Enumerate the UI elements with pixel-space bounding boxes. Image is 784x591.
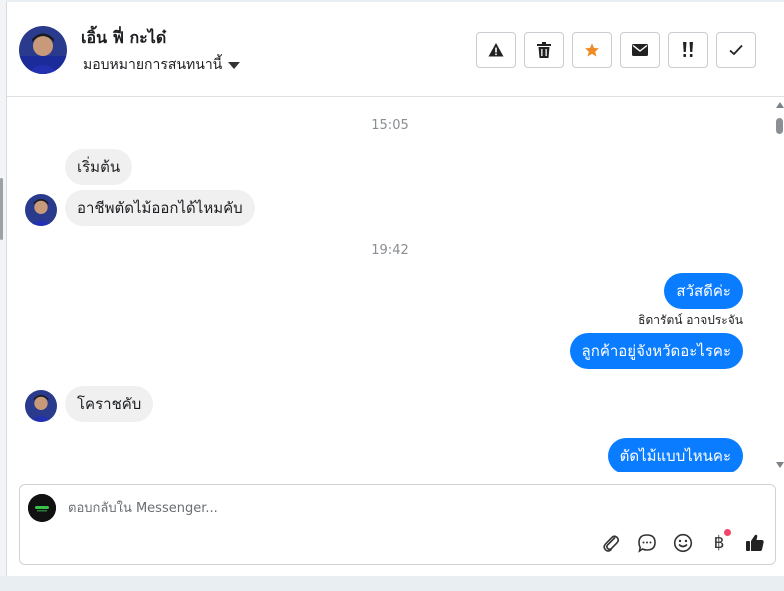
baht-icon: ฿ xyxy=(713,533,725,553)
chat-bubble-icon xyxy=(638,534,656,553)
contact-name: เอิ้น ฟี่ กะได๋ xyxy=(81,28,167,47)
delete-button[interactable] xyxy=(524,32,564,68)
conversation-panel: เอิ้น ฟี่ กะได๋ มอบหมายการสนทนานี้ 15:05… xyxy=(6,2,784,576)
incoming-message[interactable]: อาชีพตัดไม้ออกได้ไหมคับ xyxy=(65,190,255,226)
saved-replies-button[interactable] xyxy=(635,531,659,555)
scroll-up-icon[interactable] xyxy=(776,102,784,108)
reply-input[interactable] xyxy=(68,497,668,519)
emoji-icon xyxy=(673,533,693,553)
composer-tools: ฿ xyxy=(599,529,767,555)
scroll-thumb[interactable] xyxy=(776,118,783,134)
trash-icon xyxy=(537,42,551,58)
bottom-strip xyxy=(0,576,784,591)
thumbs-up-icon xyxy=(746,534,764,551)
incoming-message[interactable]: โคราชคับ xyxy=(65,386,154,422)
left-edge-scroll-mark xyxy=(0,178,3,240)
emoji-button[interactable] xyxy=(671,531,695,555)
mark-done-button[interactable] xyxy=(716,32,756,68)
star-button[interactable] xyxy=(572,32,612,68)
caret-down-icon xyxy=(228,61,241,69)
mark-spam-button[interactable] xyxy=(476,32,516,68)
conversation-header: เอิ้น ฟี่ กะได๋ มอบหมายการสนทนานี้ xyxy=(7,2,784,97)
payment-button[interactable]: ฿ xyxy=(707,529,731,555)
message-thread[interactable]: 15:05 เริ่มต้น อาชีพตัดไม้ออกได้ไหมคับ 1… xyxy=(7,98,773,472)
assign-label: มอบหมายการสนทนานี้ xyxy=(83,57,223,73)
timestamp: 19:42 xyxy=(371,243,409,258)
outgoing-message[interactable]: สวัสดีค่ะ xyxy=(664,273,743,309)
thread-scrollbar[interactable] xyxy=(773,98,784,472)
envelope-icon xyxy=(632,44,648,56)
conversation-actions xyxy=(476,32,756,68)
timestamp: 15:05 xyxy=(371,118,409,133)
reply-composer: ฿ xyxy=(19,484,776,565)
incoming-message[interactable]: เริ่มต้น xyxy=(65,149,133,185)
page-avatar xyxy=(28,494,56,522)
assign-conversation-dropdown[interactable]: มอบหมายการสนทนานี้ xyxy=(83,54,241,76)
scroll-down-icon[interactable] xyxy=(776,462,784,468)
check-icon xyxy=(729,44,743,56)
attach-button[interactable] xyxy=(599,531,623,555)
notification-dot xyxy=(724,529,731,536)
star-icon xyxy=(585,43,599,57)
double-exclamation-icon xyxy=(683,42,693,57)
like-button[interactable] xyxy=(743,531,767,555)
outgoing-message[interactable]: ลูกค้าอยู่จังหวัดอะไรคะ xyxy=(569,333,743,369)
contact-avatar-small xyxy=(25,390,57,422)
follow-up-button[interactable] xyxy=(668,32,708,68)
warning-icon xyxy=(488,43,504,57)
paperclip-icon xyxy=(603,535,620,552)
contact-avatar[interactable] xyxy=(19,26,67,74)
contact-avatar-small xyxy=(25,194,57,226)
outgoing-message[interactable]: ตัดไม้แบบไหนคะ xyxy=(607,438,743,472)
sender-name: ธิดารัตน์ อาจประจัน xyxy=(638,313,743,327)
mark-unread-button[interactable] xyxy=(620,32,660,68)
